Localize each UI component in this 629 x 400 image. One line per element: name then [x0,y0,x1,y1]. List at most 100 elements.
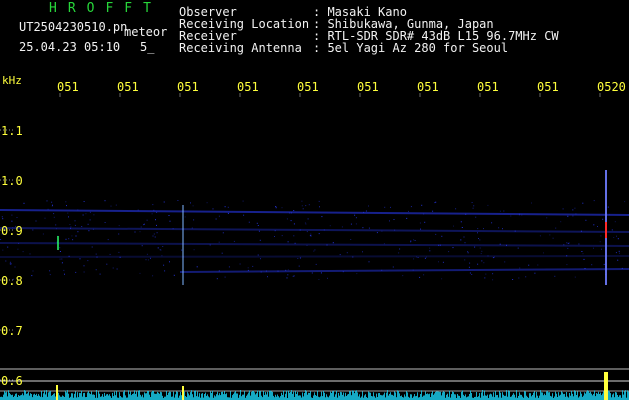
power-bar [542,392,543,400]
noise-speck [265,270,267,272]
power-bar [275,394,276,400]
signal-trace [0,227,629,233]
noise-speck [356,273,358,275]
power-bar [77,392,78,400]
power-bar [411,394,412,400]
noise-speck [467,251,469,253]
power-bar [537,395,538,400]
power-bar [584,392,585,400]
noise-speck [286,218,288,220]
noise-speck [493,256,495,258]
power-bar [266,394,267,400]
power-bar [189,395,190,400]
power-bar [588,391,589,400]
noise-speck [464,259,466,261]
noise-speck [153,209,155,211]
power-bar [233,393,234,400]
power-bar [225,394,226,400]
noise-speck [64,273,65,275]
noise-speck [104,200,106,202]
power-bar [3,394,4,400]
power-bar [563,394,564,400]
noise-speck [106,263,108,265]
noise-speck [460,239,462,241]
noise-speck [426,256,427,258]
power-bar [188,393,189,400]
power-bar [338,393,339,400]
power-bar [380,394,381,400]
noise-speck [410,240,412,242]
power-bar [539,395,540,400]
power-bar [589,392,590,400]
power-bar [583,395,584,400]
power-bar [394,391,395,400]
power-bar [96,390,97,400]
noise-speck [299,257,301,259]
noise-speck [435,233,437,235]
power-bar [98,391,99,400]
noise-speck [479,247,481,249]
noise-speck [568,242,570,244]
power-bar [74,393,75,400]
power-bar [352,390,353,400]
power-bar [253,390,254,400]
power-bar [240,390,241,400]
noise-speck [368,227,370,229]
power-bar [387,390,388,400]
power-bar [308,392,309,400]
power-bar [239,394,240,400]
power-bar [389,393,390,400]
power-bar [52,395,53,400]
power-bar [573,396,574,400]
noise-speck [487,255,489,257]
power-bar [172,396,173,400]
power-bar [270,390,271,400]
power-bar [490,393,491,400]
noise-speck [16,217,18,218]
noise-speck [307,218,309,220]
power-bar [316,395,317,400]
noise-speck [49,270,51,272]
power-bar [529,393,530,400]
power-bar [99,393,100,400]
noise-speck [51,201,53,203]
power-bar [269,390,270,400]
noise-speck [53,216,55,218]
power-bar [562,392,563,400]
noise-speck [161,255,163,257]
power-bar [351,395,352,400]
power-bar [400,396,401,400]
power-bar [497,395,498,400]
noise-speck [390,206,391,208]
power-bar [154,393,155,400]
freq-tick: 1.1 [1,124,23,138]
datetime: 25.04.23 05:10 [19,40,121,54]
power-bar [434,393,435,400]
antenna-value: : 5el Yagi Az 280 for Seoul [313,41,509,55]
power-bar [219,393,220,400]
noise-speck [68,238,70,240]
power-bar [140,394,141,400]
power-bar [271,391,272,400]
power-bar [180,392,181,400]
noise-speck [277,270,279,272]
power-bar [293,391,294,400]
power-bar [62,395,63,400]
power-bar [217,391,218,400]
noise-speck [487,204,489,206]
noise-speck [574,276,576,278]
noise-speck [464,242,466,244]
power-bar [596,393,597,400]
noise-speck [599,241,601,243]
power-bar [591,393,592,400]
noise-speck [52,204,53,206]
noise-speck [350,239,352,240]
power-bar [291,390,292,400]
power-bar [101,396,102,400]
noise-speck [552,237,554,239]
power-bar [401,395,402,400]
noise-speck [572,209,574,211]
power-bar [119,392,120,400]
power-bar [551,396,552,400]
noise-speck [474,246,476,248]
